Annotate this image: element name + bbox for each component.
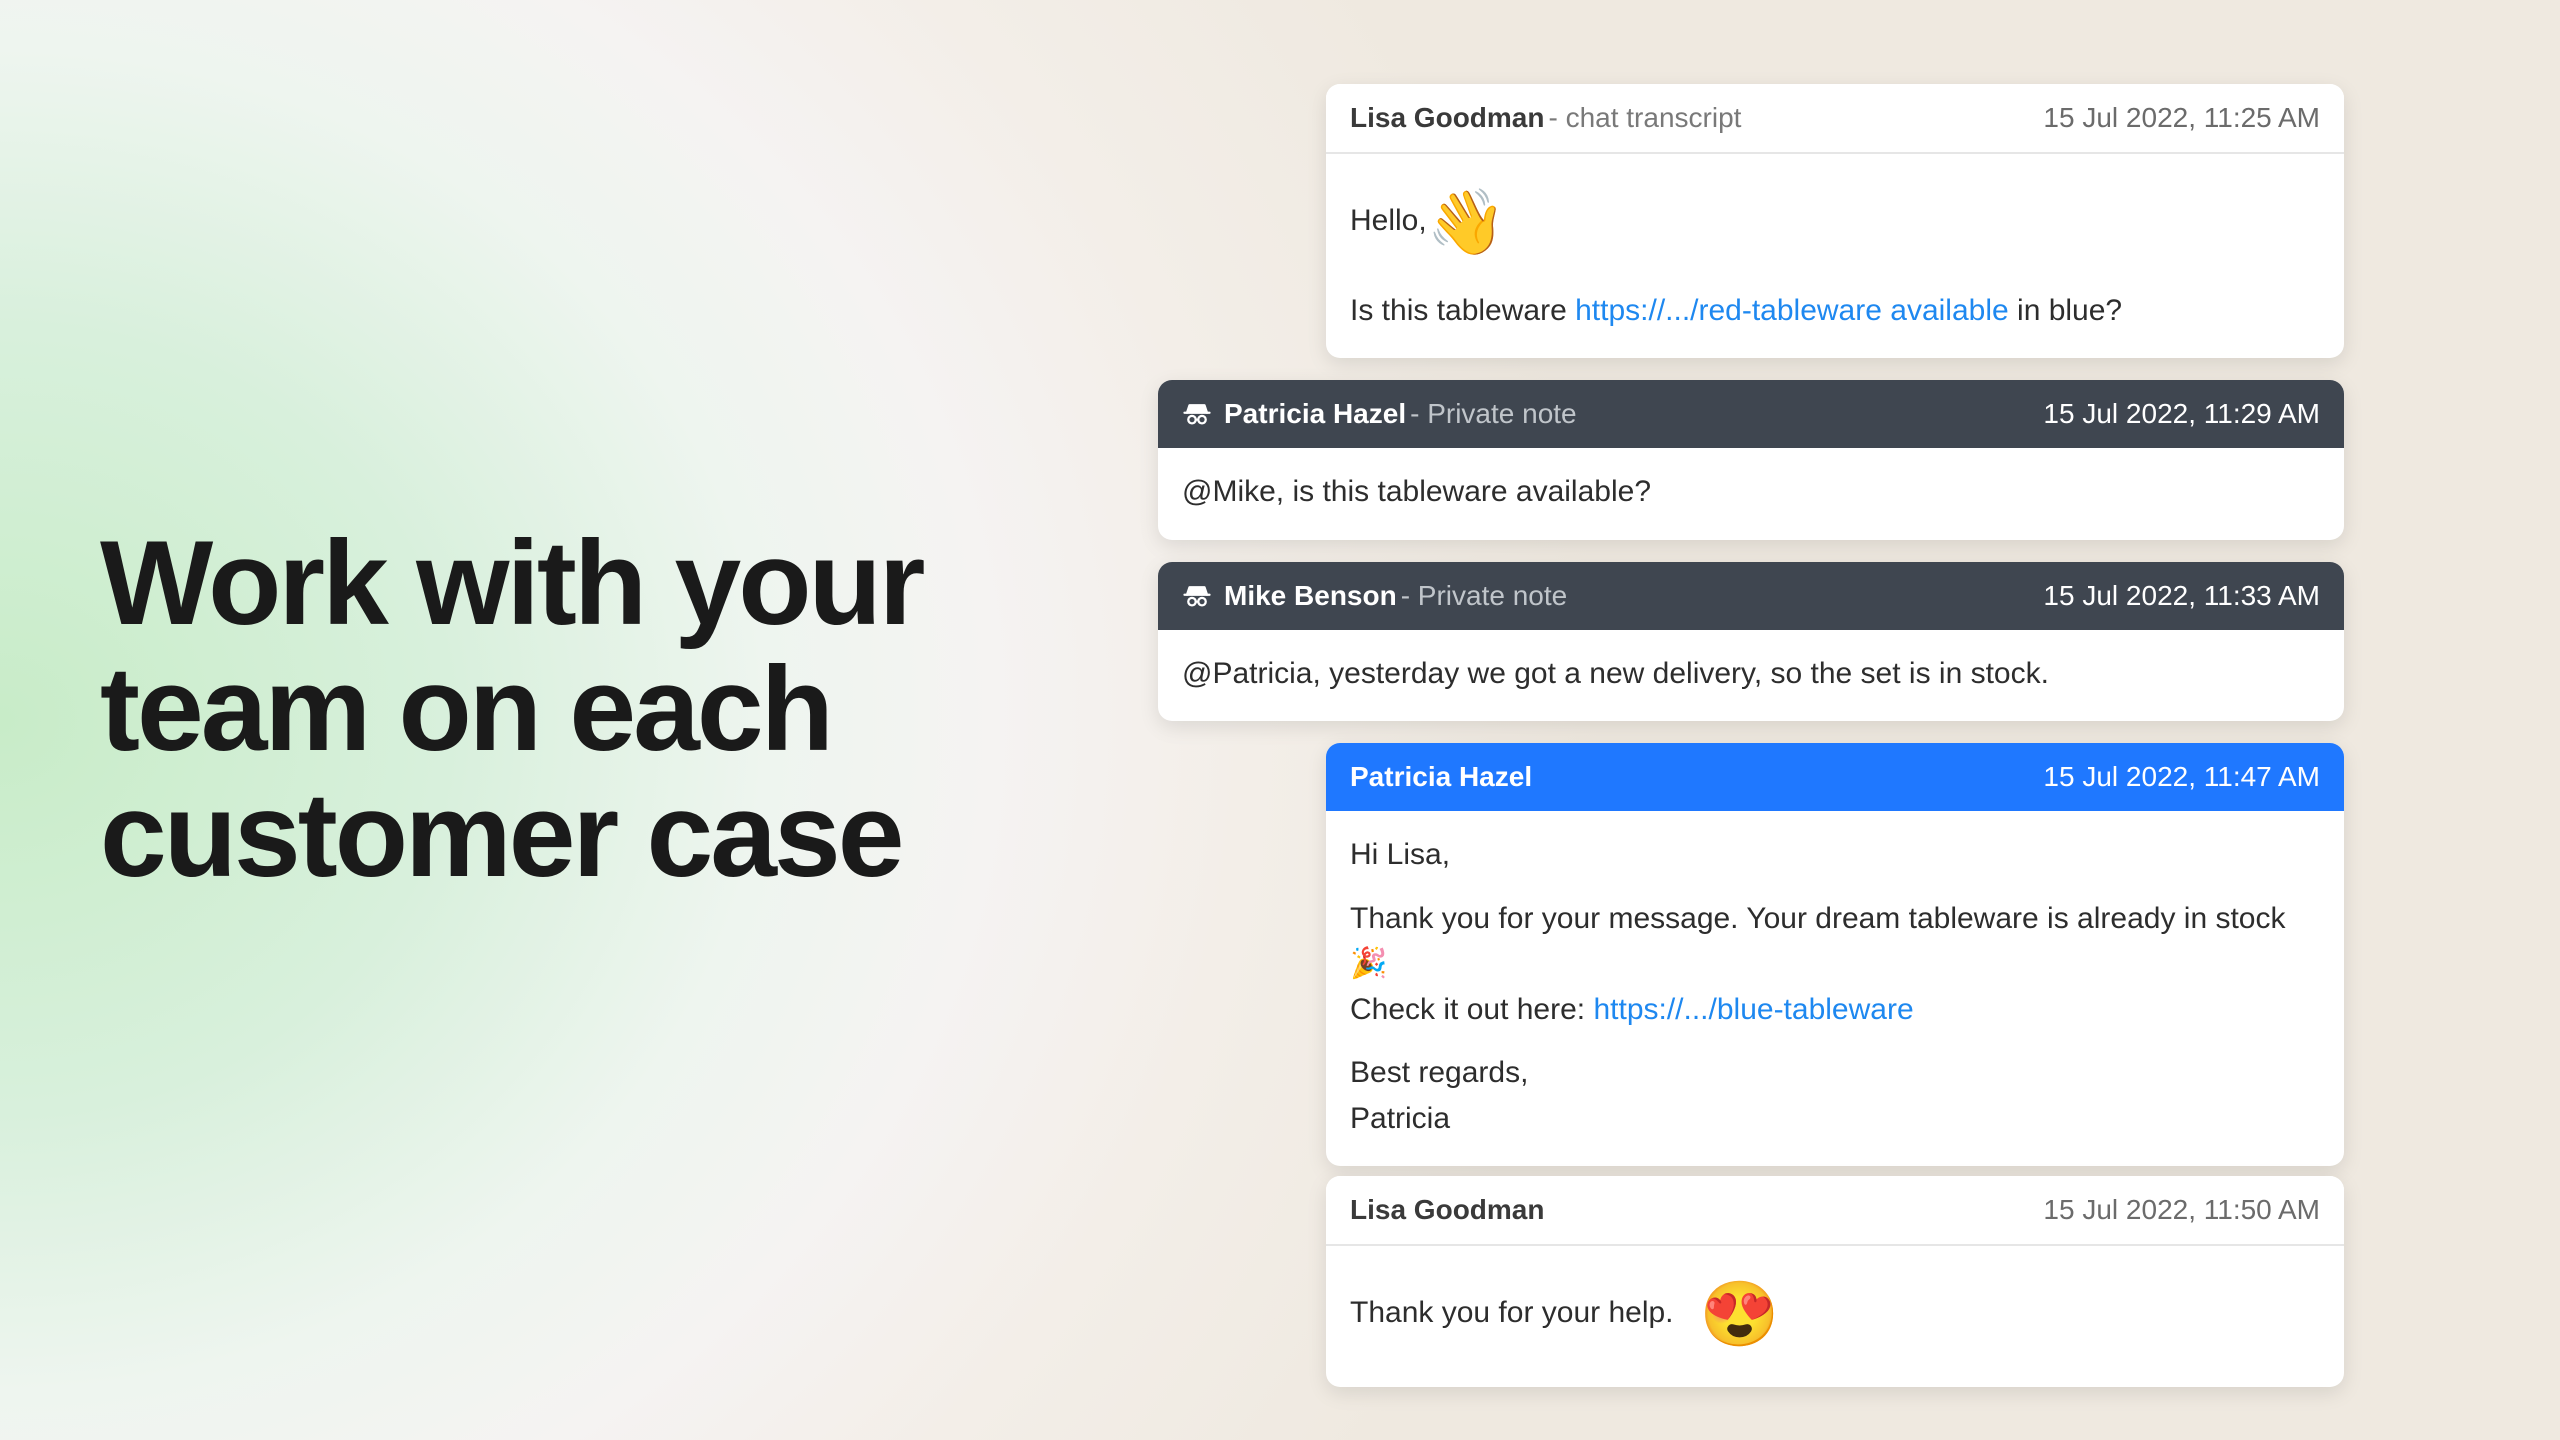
message-author: Patricia Hazel (1224, 398, 1406, 430)
thanks-text: Thank you for your help. (1350, 1296, 1682, 1329)
message-card-customer-reply: Lisa Goodman 15 Jul 2022, 11:50 AM Thank… (1326, 1176, 2344, 1387)
heart-eyes-emoji-icon: 😍 (1700, 1268, 1780, 1361)
message-author: Mike Benson (1224, 580, 1397, 612)
page-heading: Work with your team on each customer cas… (100, 520, 923, 898)
message-header: Lisa Goodman - chat transcript 15 Jul 20… (1326, 84, 2344, 154)
conversation-stack: Lisa Goodman - chat transcript 15 Jul 20… (1158, 84, 2344, 1387)
message-author: Lisa Goodman (1350, 102, 1544, 134)
message-card-agent-reply: Patricia Hazel 15 Jul 2022, 11:47 AM Hi … (1326, 743, 2344, 1166)
message-type-label: - chat transcript (1548, 102, 1741, 134)
message-body: @Mike, is this tableware available? (1158, 448, 2344, 540)
message-header: Mike Benson - Private note 15 Jul 2022, … (1158, 562, 2344, 630)
message-header: Patricia Hazel 15 Jul 2022, 11:47 AM (1326, 743, 2344, 811)
message-author: Lisa Goodman (1350, 1194, 1544, 1226)
question-suffix: in blue? (2009, 294, 2122, 327)
message-type-label: - Private note (1401, 580, 1568, 612)
message-text: @Patricia, yesterday we got a new delive… (1182, 652, 2320, 696)
reply-signoff: Best regards, (1350, 1051, 2320, 1095)
reply-link-prefix: Check it out here: (1350, 993, 1593, 1026)
heading-line-2: team on each (100, 646, 923, 772)
message-body: Hi Lisa, Thank you for your message. You… (1326, 811, 2344, 1166)
incognito-icon (1182, 399, 1212, 429)
message-timestamp: 15 Jul 2022, 11:29 AM (2043, 398, 2320, 430)
message-card-private-note: Mike Benson - Private note 15 Jul 2022, … (1158, 562, 2344, 722)
party-emoji-icon: 🎉 (1350, 942, 1387, 986)
message-timestamp: 15 Jul 2022, 11:47 AM (2043, 761, 2320, 793)
wave-emoji-icon: 👋 (1427, 176, 1507, 269)
message-header: Lisa Goodman 15 Jul 2022, 11:50 AM (1326, 1176, 2344, 1246)
message-card-customer-transcript: Lisa Goodman - chat transcript 15 Jul 20… (1326, 84, 2344, 358)
message-body: Hello,👋 Is this tableware https://.../re… (1326, 154, 2344, 358)
message-author: Patricia Hazel (1350, 761, 1532, 793)
greeting-text: Hello, (1350, 204, 1427, 237)
reply-line-1: Thank you for your message. Your dream t… (1350, 902, 2285, 935)
message-timestamp: 15 Jul 2022, 11:25 AM (2043, 102, 2320, 134)
question-prefix: Is this tableware (1350, 294, 1575, 327)
incognito-icon (1182, 581, 1212, 611)
message-text: @Mike, is this tableware available? (1182, 470, 2320, 514)
message-timestamp: 15 Jul 2022, 11:33 AM (2043, 580, 2320, 612)
reply-signature: Patricia (1350, 1097, 2320, 1141)
product-link[interactable]: https://.../blue-tableware (1593, 993, 1913, 1026)
heading-line-1: Work with your (100, 520, 923, 646)
message-body: Thank you for your help. 😍 (1326, 1246, 2344, 1387)
message-type-label: - Private note (1410, 398, 1577, 430)
message-card-private-note: Patricia Hazel - Private note 15 Jul 202… (1158, 380, 2344, 540)
heading-line-3: customer case (100, 772, 923, 898)
message-header: Patricia Hazel - Private note 15 Jul 202… (1158, 380, 2344, 448)
reply-greeting: Hi Lisa, (1350, 833, 2320, 877)
product-link[interactable]: https://.../red-tableware available (1575, 294, 2009, 327)
message-body: @Patricia, yesterday we got a new delive… (1158, 630, 2344, 722)
message-timestamp: 15 Jul 2022, 11:50 AM (2043, 1194, 2320, 1226)
